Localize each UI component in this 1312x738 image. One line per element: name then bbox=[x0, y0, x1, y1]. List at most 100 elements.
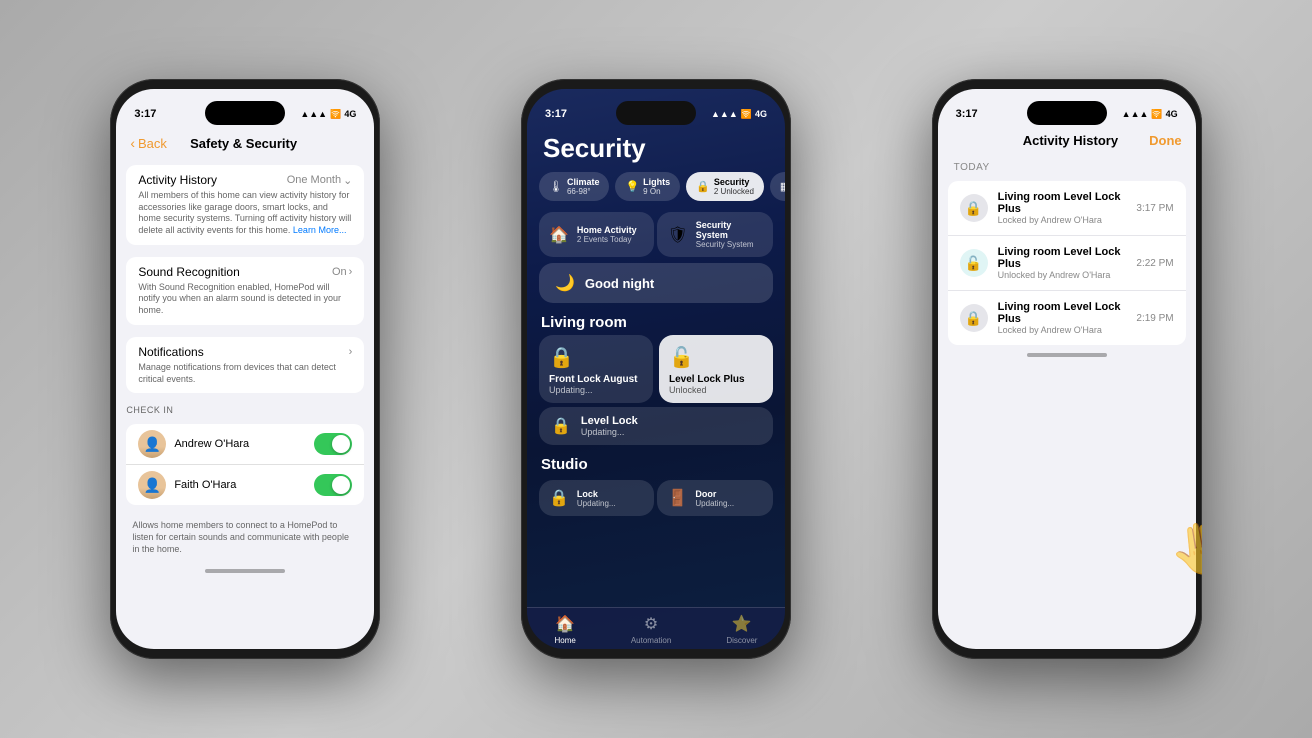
checkin-name-andrew: Andrew O'Hara bbox=[174, 438, 306, 450]
activity-info-1: Living room Level Lock Plus Locked by An… bbox=[998, 191, 1127, 225]
activity-info-2: Living room Level Lock Plus Unlocked by … bbox=[998, 246, 1127, 280]
lock-icon-1: 🔒 bbox=[960, 194, 988, 222]
phone2-screen: 3:17 ▲▲▲ 🛜 4G Security 🌡 Climate 66-98° bbox=[527, 89, 785, 649]
activity-list: 🔒 Living room Level Lock Plus Locked by … bbox=[948, 181, 1186, 345]
notifications-header: Notifications › bbox=[138, 345, 352, 359]
activity-action-1: Locked by Andrew O'Hara bbox=[998, 215, 1127, 225]
signal-icon-2: ▲▲▲ bbox=[711, 109, 738, 119]
level-lock-plus-icon: 🔓 bbox=[669, 345, 763, 370]
lights-icon: 💡 bbox=[625, 180, 639, 193]
activity-history-desc: All members of this home can view activi… bbox=[138, 190, 352, 237]
today-label: TODAY bbox=[938, 156, 1196, 177]
phone-safety-security: 3:17 ▲▲▲ 🛜 4G ‹ Back Safety & Security bbox=[110, 79, 380, 659]
tab-security[interactable]: 🔒 Security 2 Unlocked bbox=[686, 172, 764, 201]
automation-tab-icon: ⚙ bbox=[644, 614, 658, 634]
battery-icon-1: 4G bbox=[344, 109, 356, 119]
activity-item-2: 🔓 Living room Level Lock Plus Unlocked b… bbox=[948, 236, 1186, 291]
done-button[interactable]: Done bbox=[1149, 133, 1182, 148]
lock-icon-3: 🔒 bbox=[960, 304, 988, 332]
studio-lock-status: Updating... bbox=[577, 499, 616, 508]
chevron-right-icon: › bbox=[349, 266, 353, 278]
good-night-button[interactable]: 🌙 Good night bbox=[539, 263, 773, 303]
notifications-title: Notifications bbox=[138, 345, 203, 359]
activity-info-3: Living room Level Lock Plus Locked by An… bbox=[998, 301, 1127, 335]
toggle-andrew[interactable] bbox=[314, 433, 352, 455]
studio-door-status: Updating... bbox=[695, 499, 734, 508]
battery-icon-2: 4G bbox=[755, 109, 767, 119]
discover-tab-icon: ⭐ bbox=[732, 614, 752, 634]
home-tab-label: Home bbox=[554, 636, 575, 645]
tab-bar-2: 🏠 Home ⚙ Automation ⭐ Discover bbox=[527, 607, 785, 649]
checkin-row-andrew: 👤 Andrew O'Hara bbox=[126, 424, 364, 465]
activity-device-3: Living room Level Lock Plus bbox=[998, 301, 1127, 325]
front-lock-status: Updating... bbox=[549, 385, 643, 395]
studio-lock-icon: 🔒 bbox=[549, 488, 569, 508]
activity-time-3: 2:19 PM bbox=[1136, 313, 1173, 324]
back-button[interactable]: ‹ Back bbox=[130, 135, 167, 151]
learn-more-link[interactable]: Learn More... bbox=[293, 225, 347, 235]
notifications-row[interactable]: Notifications › Manage notifications fro… bbox=[126, 337, 364, 393]
lock-icon-2: 🔓 bbox=[960, 249, 988, 277]
level-lock-plus-name: Level Lock Plus bbox=[669, 374, 763, 385]
battery-icon-3: 4G bbox=[1166, 109, 1178, 119]
tab-climate[interactable]: 🌡 Climate 66-98° bbox=[539, 172, 609, 201]
dynamic-island-1 bbox=[205, 101, 285, 125]
studio-door-card[interactable]: 🚪 Door Updating... bbox=[657, 480, 773, 516]
activity-history-title: Activity History bbox=[138, 173, 217, 187]
activity-item-3: 🔒 Living room Level Lock Plus Locked by … bbox=[948, 291, 1186, 345]
activity-time-2: 2:22 PM bbox=[1136, 258, 1173, 269]
automation-tab-label: Automation bbox=[631, 636, 671, 645]
signal-icon-3: ▲▲▲ bbox=[1122, 109, 1149, 119]
sound-recognition-section: Sound Recognition On › With Sound Recogn… bbox=[126, 257, 364, 325]
level-lock-full-status: Updating... bbox=[581, 427, 638, 437]
phone3-screen: 3:17 ▲▲▲ 🛜 4G Activity History Done TODA… bbox=[938, 89, 1196, 649]
front-lock-card[interactable]: 🔒 Front Lock August Updating... bbox=[539, 335, 653, 403]
security-system-widget[interactable]: 🛡 Security System Security System bbox=[657, 212, 773, 257]
activity-item-1: 🔒 Living room Level Lock Plus Locked by … bbox=[948, 181, 1186, 236]
studio-label: Studio bbox=[527, 448, 785, 477]
activity-history-row[interactable]: Activity History One Month ⌄ All members… bbox=[126, 165, 364, 245]
studio-door-icon: 🚪 bbox=[667, 488, 687, 508]
discover-tab-label: Discover bbox=[726, 636, 757, 645]
activity-history-section: Activity History One Month ⌄ All members… bbox=[126, 165, 364, 245]
studio-devices: 🔒 Lock Updating... 🚪 Door Updating... bbox=[539, 480, 773, 516]
level-lock-full-name: Level Lock bbox=[581, 415, 638, 427]
checkin-row-faith: 👤 Faith O'Hara bbox=[126, 465, 364, 505]
tab-home[interactable]: 🏠 Home bbox=[554, 614, 575, 645]
sound-recognition-value: On › bbox=[332, 266, 352, 278]
back-label: Back bbox=[138, 136, 167, 151]
home-bar-3 bbox=[1027, 353, 1107, 357]
sound-recognition-row[interactable]: Sound Recognition On › With Sound Recogn… bbox=[126, 257, 364, 325]
activity-device-1: Living room Level Lock Plus bbox=[998, 191, 1127, 215]
activity-action-2: Unlocked by Andrew O'Hara bbox=[998, 270, 1127, 280]
dynamic-island-2 bbox=[616, 101, 696, 125]
notifications-section: Notifications › Manage notifications fro… bbox=[126, 337, 364, 393]
status-icons-2: ▲▲▲ 🛜 4G bbox=[711, 109, 767, 120]
back-chevron-icon: ‹ bbox=[130, 135, 135, 151]
home-activity-icon: 🏠 bbox=[549, 225, 569, 245]
notifications-chevron: › bbox=[349, 346, 353, 358]
security-system-icon: 🛡 bbox=[667, 225, 687, 245]
sound-recognition-header: Sound Recognition On › bbox=[138, 265, 352, 279]
toggle-faith[interactable] bbox=[314, 474, 352, 496]
checkin-label: CHECK IN bbox=[116, 399, 374, 418]
avatar-andrew-face: 👤 bbox=[138, 430, 166, 458]
home-activity-widget[interactable]: 🏠 Home Activity 2 Events Today bbox=[539, 212, 655, 257]
tab-more[interactable]: ▦ bbox=[770, 172, 785, 201]
security-system-sub: Security System bbox=[696, 240, 763, 249]
level-lock-full-card[interactable]: 🔒 Level Lock Updating... bbox=[539, 407, 773, 445]
notifications-desc: Manage notifications from devices that c… bbox=[138, 362, 352, 385]
studio-lock-card[interactable]: 🔒 Lock Updating... bbox=[539, 480, 655, 516]
avatar-faith-face: 👤 bbox=[138, 471, 166, 499]
tab-discover[interactable]: ⭐ Discover bbox=[726, 614, 757, 645]
time-3: 3:17 bbox=[956, 108, 978, 120]
home-activity-sub: 2 Events Today bbox=[577, 235, 637, 244]
tab-lights[interactable]: 💡 Lights 9 On bbox=[615, 172, 680, 201]
tab-automation[interactable]: ⚙ Automation bbox=[631, 614, 671, 645]
front-lock-icon: 🔒 bbox=[549, 345, 643, 370]
wifi-icon-3: 🛜 bbox=[1151, 109, 1162, 120]
security-tab-icon: 🔒 bbox=[696, 180, 710, 193]
level-lock-plus-card[interactable]: 🔓 Level Lock Plus Unlocked bbox=[659, 335, 773, 403]
status-icons-1: ▲▲▲ 🛜 4G bbox=[300, 109, 356, 120]
settings-page-title: Safety & Security bbox=[167, 136, 320, 151]
